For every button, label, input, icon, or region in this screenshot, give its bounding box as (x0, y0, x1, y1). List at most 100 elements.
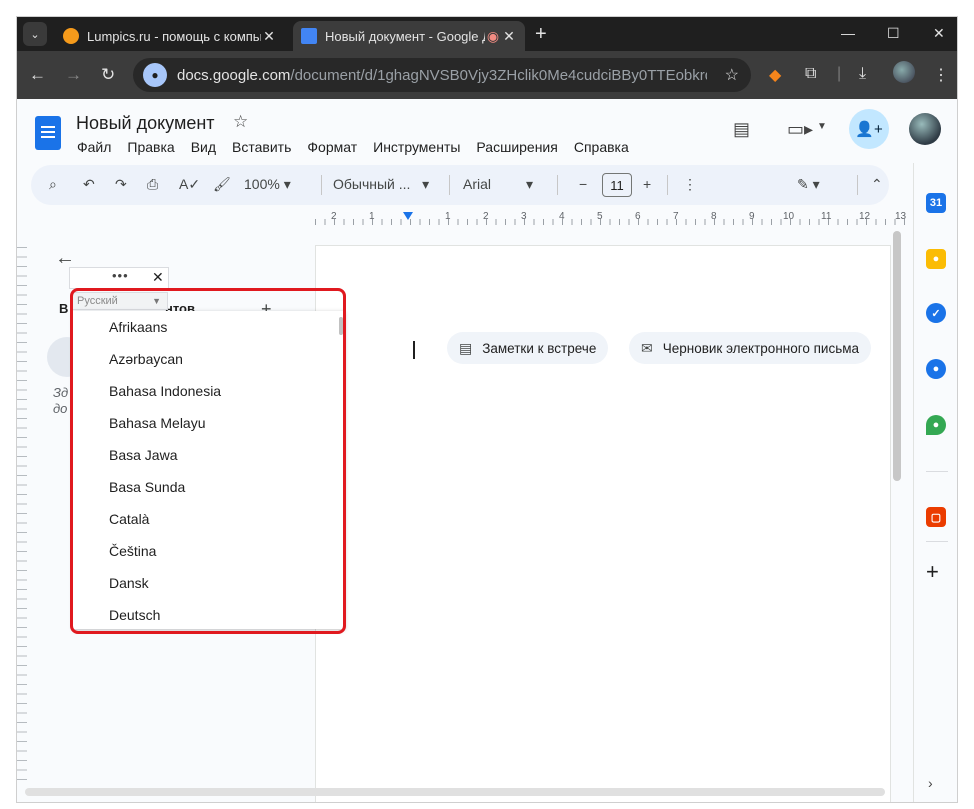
tabs-header-start: В (59, 301, 69, 316)
editing-toolbar: ⌕ ↶ ↷ ⎙ A✓ 🖌 100% ▾ Обычный ... ▾ Arial … (31, 165, 889, 205)
menu-format[interactable]: Формат (307, 139, 357, 155)
close-window-icon[interactable]: ✕ (933, 25, 945, 42)
tab-title: Новый документ - Google Д... (325, 28, 485, 44)
new-tab-button[interactable]: + (535, 23, 547, 46)
comments-icon[interactable]: ▤ (733, 119, 750, 140)
extensions-puzzle-icon[interactable]: ⧉ (805, 65, 816, 83)
redo-icon[interactable]: ↷ (115, 176, 127, 193)
reload-icon[interactable]: ↻ (101, 65, 115, 85)
ruler-label: 5 (597, 211, 603, 222)
bookmark-star-icon[interactable]: ☆ (725, 65, 739, 85)
toolbar-divider (857, 175, 858, 195)
ruler-label: 3 (521, 211, 527, 222)
ruler-label: 2 (483, 211, 489, 222)
menu-help[interactable]: Справка (574, 139, 629, 155)
chevron-right-icon[interactable]: › (928, 775, 933, 791)
get-addons-plus-icon[interactable]: + (926, 559, 939, 585)
annotation-highlight-box (70, 288, 346, 634)
tab-strip: ⌄ Lumpics.ru - помощь с компью... ✕ Новы… (17, 17, 957, 51)
paint-format-icon[interactable]: 🖌 (213, 176, 231, 193)
chip-label: Черновик электронного письма (662, 340, 860, 356)
menu-file[interactable]: Файл (77, 139, 111, 155)
collapse-toolbar-icon[interactable]: ⌃ (871, 176, 883, 193)
browser-window: ⌄ Lumpics.ru - помощь с компью... ✕ Новы… (16, 16, 958, 803)
search-menus-icon[interactable]: ⌕ (49, 176, 57, 193)
tab-close-icon[interactable]: ✕ (261, 28, 277, 45)
font-size-field[interactable]: 11 (602, 173, 632, 197)
menu-edit[interactable]: Правка (127, 139, 174, 155)
url-text[interactable]: docs.google.com/document/d/1ghagNVSB0Vjy… (177, 67, 707, 84)
chip-email-draft[interactable]: ✉ Черновик электронного письма (629, 332, 872, 364)
ruler-label: 13 (895, 211, 907, 222)
toolbar-divider (667, 175, 668, 195)
share-button[interactable]: 👤+ (849, 109, 889, 149)
more-horiz-icon[interactable]: ••• (112, 268, 129, 283)
download-icon[interactable]: ⤓ (859, 65, 866, 83)
meet-icon[interactable]: ▭▸ (787, 119, 813, 140)
tab-search-icon[interactable]: ⌄ (23, 22, 47, 46)
menu-extensions[interactable]: Расширения (476, 139, 557, 155)
maximize-icon[interactable]: ☐ (887, 25, 900, 42)
side-panel-divider (926, 471, 948, 472)
ruler-label: 12 (859, 211, 871, 222)
docs-header: Новый документ ☆ Файл Правка Вид Вставит… (17, 99, 957, 163)
increase-font-size-icon[interactable]: + (643, 176, 651, 192)
document-page[interactable] (315, 245, 891, 802)
chip-meeting-notes[interactable]: ▤ Заметки к встрече (447, 332, 609, 364)
hint-line-2: до (53, 401, 68, 416)
style-select[interactable]: Обычный ... ▾ (333, 176, 429, 193)
toolbar-divider (321, 175, 322, 195)
side-panel-divider (926, 541, 948, 542)
document-title[interactable]: Новый документ (76, 113, 215, 134)
horizontal-scrollbar[interactable] (25, 788, 885, 796)
tasks-icon[interactable]: ✓ (926, 303, 946, 323)
undo-icon[interactable]: ↶ (83, 176, 95, 193)
editing-mode-pencil-icon[interactable]: ✎ ▾ (797, 176, 820, 193)
forward-icon[interactable]: → (65, 65, 82, 85)
docs-logo-icon[interactable] (35, 116, 61, 150)
document-tabs-header: В нтов (59, 301, 195, 316)
menu-tools[interactable]: Инструменты (373, 139, 460, 155)
kebab-menu-icon[interactable]: ⋮ (933, 65, 949, 85)
spellcheck-icon[interactable]: A✓ (179, 176, 200, 193)
zoom-select[interactable]: 100% ▾ (244, 176, 291, 193)
menu-view[interactable]: Вид (191, 139, 216, 155)
browser-tab-lumpics[interactable]: Lumpics.ru - помощь с компью... ✕ (55, 21, 285, 51)
side-panel: 31 ● ✓ ● ● ▢ + › (913, 163, 957, 802)
extension-fox-icon[interactable]: ◆ (769, 65, 781, 85)
back-icon[interactable]: ← (29, 65, 46, 85)
toolbar-divider (449, 175, 450, 195)
decrease-font-size-icon[interactable]: − (579, 176, 587, 192)
docs-favicon-icon (301, 28, 317, 44)
calendar-icon[interactable]: 31 (926, 193, 946, 213)
ruler-label: 11 (821, 211, 832, 222)
zoom-value: 100% (244, 176, 280, 192)
account-avatar[interactable] (909, 113, 941, 145)
vertical-ruler (17, 247, 27, 787)
mic-icon[interactable]: ● (143, 63, 167, 87)
ruler-label: 10 (783, 211, 795, 222)
ruler-label: 1 (369, 211, 375, 222)
profile-avatar[interactable] (893, 61, 915, 83)
ruler-label: 1 (445, 211, 451, 222)
hint-line-1: Зд (53, 385, 69, 400)
address-bar[interactable]: ● docs.google.com/document/d/1ghagNVSB0V… (133, 58, 751, 92)
more-options-icon[interactable]: ⋮ (683, 176, 697, 193)
office-addon-icon[interactable]: ▢ (926, 507, 946, 527)
tab-close-icon[interactable]: ✕ (501, 28, 517, 45)
browser-tab-docs[interactable]: Новый документ - Google Д... ◉ ✕ (293, 21, 525, 51)
print-icon[interactable]: ⎙ (147, 176, 158, 193)
keep-icon[interactable]: ● (926, 249, 946, 269)
maps-icon[interactable]: ● (926, 415, 946, 435)
star-icon[interactable]: ☆ (233, 112, 248, 132)
contacts-icon[interactable]: ● (926, 359, 946, 379)
minimize-icon[interactable]: — (841, 25, 855, 41)
lumpics-favicon-icon (63, 28, 79, 44)
menu-insert[interactable]: Вставить (232, 139, 291, 155)
document-scrollbar[interactable] (893, 231, 901, 481)
chip-label: Заметки к встрече (482, 340, 597, 356)
close-icon[interactable]: ✕ (152, 269, 164, 286)
font-select[interactable]: Arial ▾ (463, 176, 533, 193)
chevron-down-icon[interactable]: ▼ (817, 121, 827, 132)
toolbar-divider (557, 175, 558, 195)
